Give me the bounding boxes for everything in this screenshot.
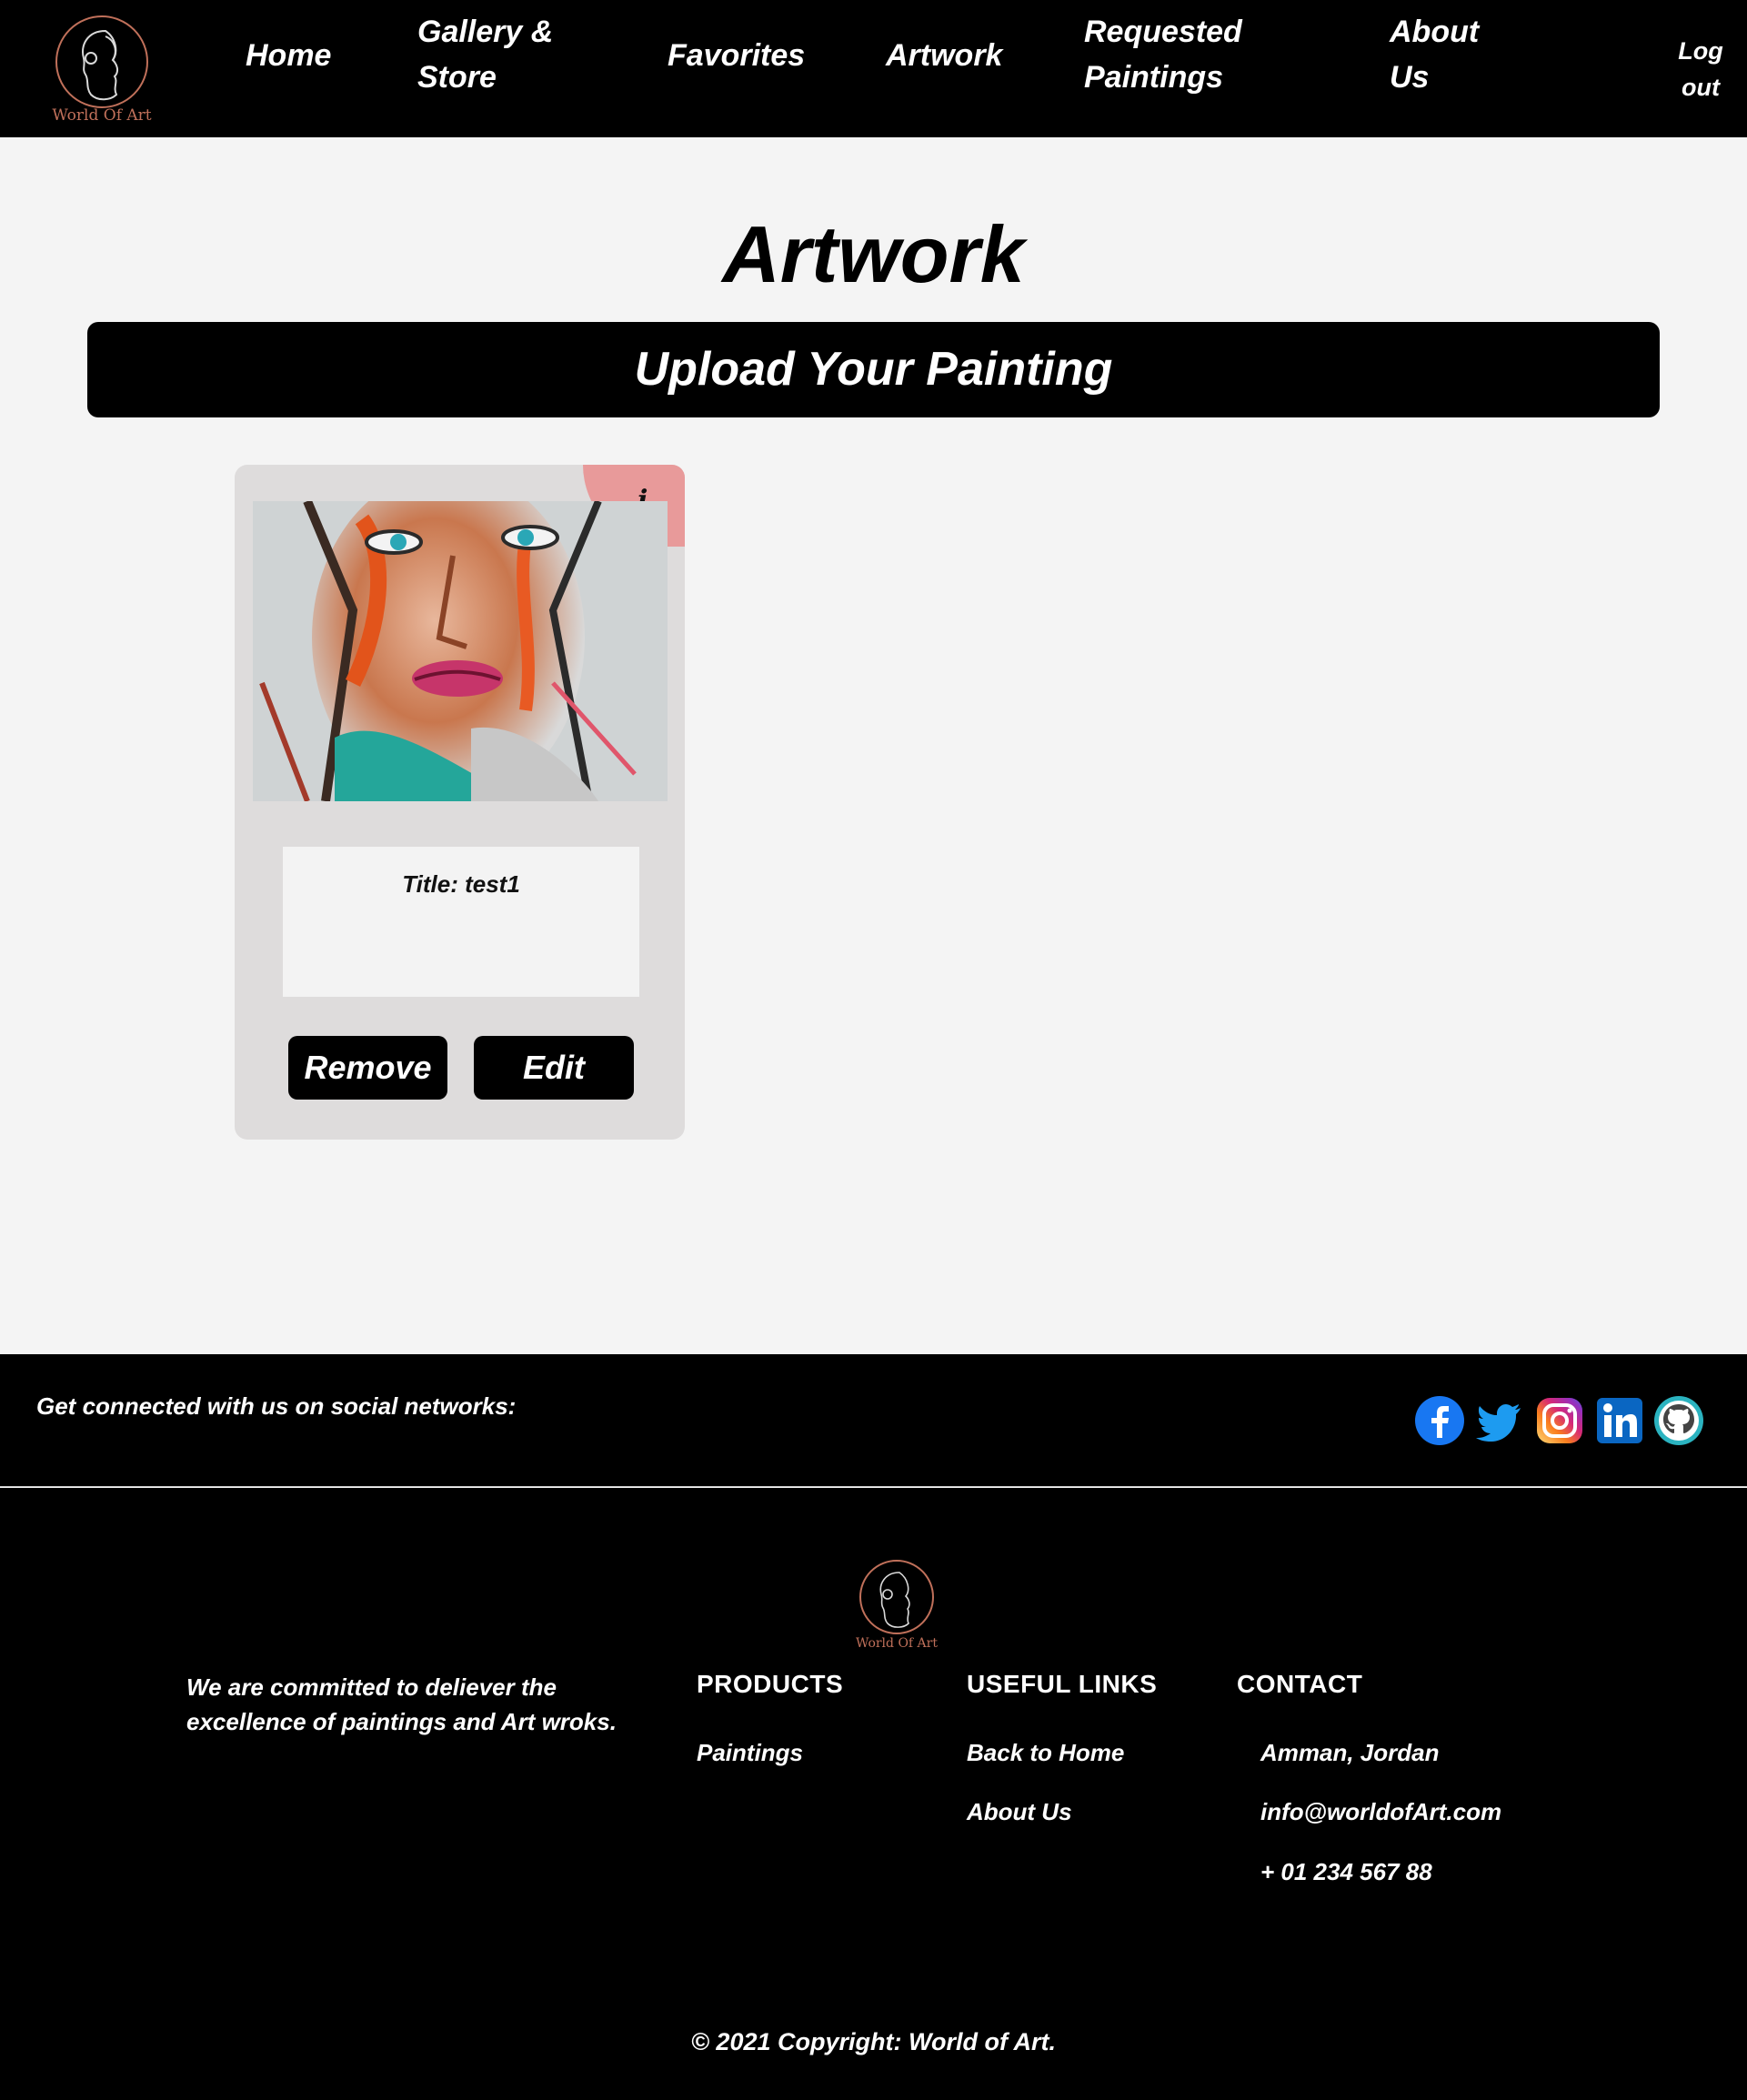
logout-button[interactable]: Log out [1664,33,1737,106]
svg-text:World Of Art: World Of Art [856,1636,938,1651]
footer: World Of Art We are committed to delieve… [0,1488,1747,2100]
portrait-painting-image [253,501,668,801]
edit-button[interactable]: Edit [474,1036,634,1100]
useful-links-heading: USEFUL LINKS [967,1670,1158,1698]
products-heading: PRODUCTS [697,1670,844,1698]
copyright: © 2021 Copyright: World of Art. [691,2028,1056,2055]
upload-painting-button[interactable]: Upload Your Painting [87,322,1660,417]
page-title: Artwork [722,209,1025,299]
twitter-icon[interactable] [1475,1395,1526,1446]
social-bar: Get connected with us on social networks… [0,1354,1747,1487]
footer-logo: World Of Art [853,1557,940,1652]
artwork-card: i Title: test1 Remove Edit [235,465,685,1140]
facebook-icon[interactable] [1414,1395,1465,1446]
instagram-icon[interactable] [1534,1395,1585,1446]
contact-phone: + 01 234 567 88 [1260,1858,1432,1885]
nav-gallery-store[interactable]: Gallery & Store [417,9,599,100]
nav-home[interactable]: Home [246,33,331,78]
painting-title: Title: test1 [402,870,520,898]
logo[interactable]: World Of Art [49,11,155,126]
linkedin-icon[interactable] [1594,1395,1645,1446]
woman-profile-logo-icon: World Of Art [52,15,152,125]
github-icon[interactable] [1653,1395,1704,1446]
remove-button[interactable]: Remove [288,1036,447,1100]
social-text: Get connected with us on social networks… [36,1392,517,1420]
nav-favorites[interactable]: Favorites [668,33,805,78]
contact-address: Amman, Jordan [1260,1739,1440,1766]
painting-image [253,501,668,801]
nav-about-us[interactable]: About Us [1390,9,1490,100]
navbar: World Of Art Home Gallery & Store Favori… [0,0,1747,137]
contact-heading: CONTACT [1237,1670,1363,1698]
nav-artwork[interactable]: Artwork [886,33,1002,78]
footer-tagline: We are committed to deliever the excelle… [186,1673,617,1735]
footer-link-back-to-home[interactable]: Back to Home [967,1739,1124,1767]
footer-link-paintings[interactable]: Paintings [697,1739,803,1767]
svg-text:World Of Art: World Of Art [52,106,151,125]
contact-email[interactable]: info@worldofArt.com [1260,1798,1501,1826]
woman-profile-logo-icon: World Of Art [856,1560,938,1651]
title-box: Title: test1 [283,847,639,997]
footer-link-about-us[interactable]: About Us [967,1798,1072,1826]
nav-requested-paintings[interactable]: Requested Paintings [1084,9,1275,100]
